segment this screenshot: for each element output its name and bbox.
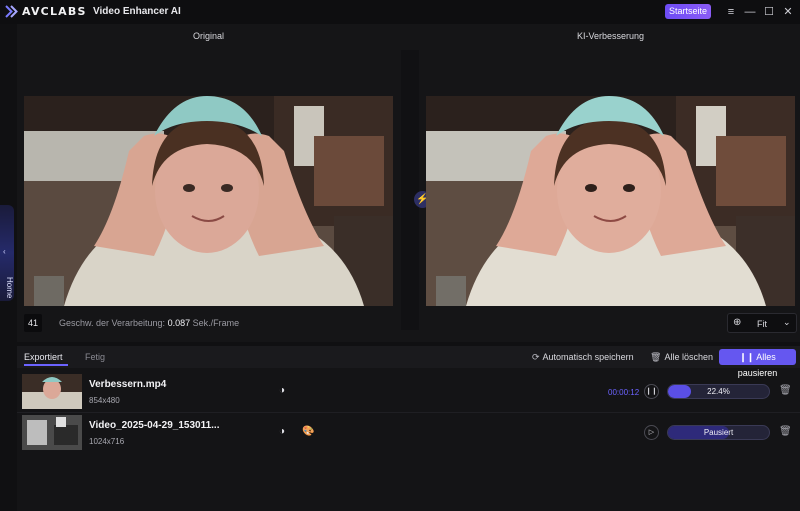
video-thumbnail bbox=[22, 374, 82, 409]
startseite-button[interactable]: Startseite bbox=[665, 4, 711, 19]
enhanced-frame-image bbox=[426, 96, 795, 306]
auto-save-icon: ⟳ bbox=[532, 352, 540, 362]
processing-speed: Geschw. der Verarbeitung: 0.087 Sek./Fra… bbox=[59, 318, 239, 328]
menu-icon[interactable]: ≡ bbox=[723, 4, 739, 20]
chevron-left-icon: ‹ bbox=[3, 247, 6, 256]
close-icon[interactable]: ✕ bbox=[780, 4, 796, 20]
contrast-icon: ◑ bbox=[279, 426, 286, 437]
processing-unit: Sek./Frame bbox=[192, 318, 240, 328]
enhanced-video-frame bbox=[426, 96, 795, 306]
enhanced-pane-title: KI-Verbesserung bbox=[577, 31, 645, 41]
file-name: Verbessern.mp4 bbox=[89, 379, 167, 390]
preview-area: Original KI-Verbesserung ⚡ 41 Geschw. de… bbox=[17, 24, 800, 342]
task-tabs: Exportiert Fetig ⟳ Automatisch speichern … bbox=[17, 346, 800, 378]
auto-save-label: Automatisch speichern bbox=[542, 352, 634, 362]
file-name: Video_2025-04-29_153011... bbox=[89, 420, 220, 431]
task-row[interactable]: Verbessern.mp4 854x480 ◑ 00:00:12 ❙❙ 22.… bbox=[17, 372, 800, 412]
original-pane-title: Original bbox=[193, 31, 225, 41]
video-thumbnail bbox=[22, 415, 82, 450]
task-row[interactable]: Video_2025-04-29_153011... 1024x716 ◑ 🎨 … bbox=[17, 412, 800, 452]
tab-exported[interactable]: Exportiert bbox=[24, 352, 63, 362]
clear-all-label: Alle löschen bbox=[664, 352, 713, 362]
zoom-value: Fit bbox=[757, 319, 767, 329]
file-resolution: 854x480 bbox=[89, 396, 120, 405]
maximize-icon[interactable]: ☐ bbox=[761, 4, 777, 20]
task-panel: Exportiert Fetig ⟳ Automatisch speichern … bbox=[17, 346, 800, 511]
colorize-icon: 🎨 bbox=[302, 426, 315, 437]
pause-icon: ❙❙ bbox=[739, 352, 757, 362]
active-tab-underline bbox=[24, 364, 68, 366]
pause-icon[interactable]: ❙❙ bbox=[644, 384, 659, 399]
processing-value: 0.087 bbox=[167, 318, 191, 328]
original-frame-image bbox=[24, 96, 393, 306]
elapsed-time: 00:00:12 bbox=[608, 388, 640, 397]
file-resolution: 1024x716 bbox=[89, 437, 125, 446]
original-video-frame bbox=[24, 96, 393, 306]
app-window: AVCLABS Video Enhancer AI Startseite ≡ —… bbox=[0, 0, 800, 511]
delete-icon[interactable]: 🗑 bbox=[779, 385, 792, 396]
zoom-select[interactable]: ⊕ Fit ⌄ bbox=[727, 313, 797, 333]
progress-bar: Pausiert bbox=[667, 425, 770, 440]
tab-done[interactable]: Fetig bbox=[85, 352, 105, 362]
home-side-tab[interactable]: ‹ Home bbox=[0, 205, 14, 301]
chevron-down-icon: ⌄ bbox=[783, 317, 791, 327]
clear-all-button[interactable]: 🗑 Alle löschen bbox=[650, 352, 713, 363]
product-name: Video Enhancer AI bbox=[93, 6, 181, 17]
home-label: Home bbox=[5, 277, 14, 299]
zoom-in-icon: ⊕ bbox=[733, 317, 742, 328]
auto-save-button[interactable]: ⟳ Automatisch speichern bbox=[532, 352, 634, 363]
pause-all-button[interactable]: ❙❙ Alles pausieren bbox=[719, 349, 796, 378]
progress-label: 22.4% bbox=[707, 387, 730, 396]
contrast-icon: ◑ bbox=[279, 385, 286, 396]
title-bar: AVCLABS Video Enhancer AI Startseite ≡ —… bbox=[0, 0, 800, 24]
frame-number: 41 bbox=[24, 314, 42, 332]
trash-icon: 🗑 bbox=[650, 352, 662, 362]
minimize-icon[interactable]: — bbox=[742, 4, 758, 20]
progress-label: Pausiert bbox=[703, 428, 734, 437]
brand-name: AVCLABS bbox=[22, 5, 87, 18]
progress-bar: 22.4% bbox=[667, 384, 770, 399]
delete-icon[interactable]: 🗑 bbox=[779, 426, 792, 437]
avclabs-logo-icon bbox=[5, 5, 18, 18]
play-icon[interactable]: ▷ bbox=[644, 425, 659, 440]
processing-label: Geschw. der Verarbeitung: bbox=[59, 318, 166, 328]
compare-divider[interactable] bbox=[401, 50, 419, 330]
